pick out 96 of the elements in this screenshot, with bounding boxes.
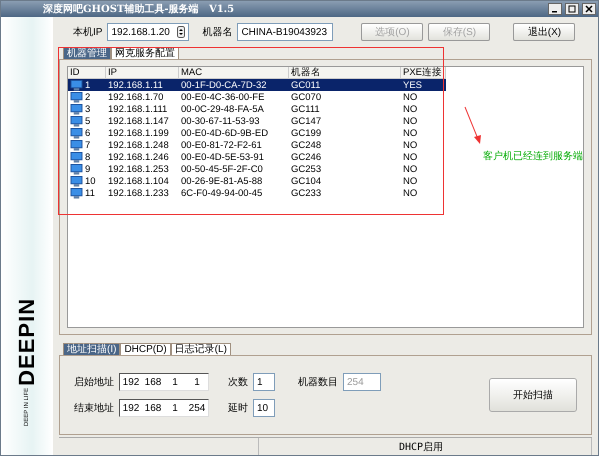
table-cell[interactable]: 192.168.1.70: [106, 91, 179, 104]
table-cell[interactable]: 6: [68, 127, 106, 140]
table-cell[interactable]: 8: [68, 151, 106, 164]
tab[interactable]: 机器管理: [63, 47, 111, 60]
table-cell[interactable]: NO: [401, 91, 446, 104]
computer-icon: [70, 176, 83, 187]
table-cell[interactable]: 5: [68, 115, 106, 128]
window-title: 深度网吧GHOST辅助工具-服务端 V1.5: [43, 2, 236, 16]
table-cell[interactable]: 1: [68, 79, 106, 92]
table-cell[interactable]: 00-1F-D0-CA-7D-32: [179, 79, 289, 92]
table-cell[interactable]: NO: [401, 175, 446, 188]
column-header[interactable]: IP: [106, 67, 179, 80]
count-label: 次数: [228, 376, 248, 390]
computer-icon: [70, 92, 83, 103]
table-cell[interactable]: GC111: [289, 103, 401, 116]
computer-icon: [70, 104, 83, 115]
table-cell[interactable]: 3: [68, 103, 106, 116]
annotation-text: 客户机已经连到服务端: [483, 150, 583, 163]
table-cell[interactable]: 192.168.1.246: [106, 151, 179, 164]
annotation-arrow: [463, 105, 483, 145]
machine-count-label: 机器数目: [298, 376, 338, 390]
delay-label: 延时: [228, 402, 248, 416]
computer-icon: [70, 140, 83, 151]
ip-label: 本机IP: [73, 26, 102, 40]
toolbar-button[interactable]: 退出(X): [513, 23, 576, 42]
table-cell[interactable]: 11: [68, 187, 106, 200]
start-address-label: 启始地址: [74, 376, 114, 390]
computer-icon: [70, 164, 83, 175]
table-cell[interactable]: 00-E0-4D-6D-9B-ED: [179, 127, 289, 140]
table-cell[interactable]: 192.168.1.111: [106, 103, 179, 116]
table-cell[interactable]: 192.168.1.199: [106, 127, 179, 140]
table-cell[interactable]: 00-E0-4C-36-00-FE: [179, 91, 289, 104]
close-icon: [585, 5, 593, 13]
computer-icon: [70, 80, 83, 91]
computer-icon: [70, 128, 83, 139]
count-field[interactable]: 1: [253, 373, 275, 392]
start-scan-button[interactable]: 开始扫描: [489, 378, 577, 412]
table-cell[interactable]: 00-26-9E-81-A5-88: [179, 175, 289, 188]
table-cell[interactable]: 6C-F0-49-94-00-45: [179, 187, 289, 200]
status-text: DHCP启用: [259, 438, 592, 455]
end-address-label: 结束地址: [74, 402, 114, 416]
table-cell[interactable]: GC011: [289, 79, 401, 92]
table-cell[interactable]: YES: [401, 79, 446, 92]
table-cell[interactable]: 00-E0-4D-5E-53-91: [179, 151, 289, 164]
table-cell[interactable]: GC233: [289, 187, 401, 200]
column-header[interactable]: MAC: [179, 67, 289, 80]
table-cell[interactable]: 192.168.1.104: [106, 175, 179, 188]
delay-field[interactable]: 10: [253, 399, 275, 418]
table-cell[interactable]: 00-0C-29-48-FA-5A: [179, 103, 289, 116]
table-cell[interactable]: 00-E0-81-72-F2-61: [179, 139, 289, 152]
table-cell[interactable]: 10: [68, 175, 106, 188]
start-address-field[interactable]: 192 168 1 1: [119, 373, 209, 392]
table-cell[interactable]: 7: [68, 139, 106, 152]
table-cell[interactable]: 192.168.1.253: [106, 163, 179, 176]
column-header[interactable]: ID: [68, 67, 106, 80]
table-cell[interactable]: 192.168.1.11: [106, 79, 179, 92]
computer-icon: [70, 188, 83, 199]
spinner-icon: [177, 26, 186, 38]
table-cell[interactable]: 00-30-67-11-53-93: [179, 115, 289, 128]
table-cell[interactable]: GC199: [289, 127, 401, 140]
end-address-field[interactable]: 192 168 1 254: [119, 399, 209, 418]
tab[interactable]: DHCP(D): [120, 343, 171, 356]
table-cell[interactable]: NO: [401, 115, 446, 128]
table-cell[interactable]: NO: [401, 103, 446, 116]
table-cell[interactable]: NO: [401, 163, 446, 176]
table-cell[interactable]: GC248: [289, 139, 401, 152]
table-cell[interactable]: GC070: [289, 91, 401, 104]
table-cell[interactable]: GC147: [289, 115, 401, 128]
table-cell[interactable]: 00-50-45-5F-2F-C0: [179, 163, 289, 176]
name-field[interactable]: CHINA-B19043923: [237, 23, 334, 42]
table-cell[interactable]: NO: [401, 151, 446, 164]
table-cell[interactable]: 2: [68, 91, 106, 104]
table-cell[interactable]: 192.168.1.248: [106, 139, 179, 152]
table-cell[interactable]: NO: [401, 139, 446, 152]
table-cell[interactable]: 192.168.1.233: [106, 187, 179, 200]
column-header[interactable]: 机器名: [289, 67, 401, 80]
ip-spin-field[interactable]: 192.168.1.20: [107, 23, 190, 42]
table-cell[interactable]: GC253: [289, 163, 401, 176]
maximize-icon: [568, 5, 576, 13]
table-cell[interactable]: NO: [401, 187, 446, 200]
computer-icon: [70, 116, 83, 127]
logo-text: DEEPIN: [14, 298, 40, 386]
maximize-button[interactable]: [565, 3, 579, 15]
close-button[interactable]: [582, 3, 596, 15]
table-cell[interactable]: GC104: [289, 175, 401, 188]
column-header[interactable]: PXE连接: [401, 67, 446, 80]
tab[interactable]: 网克服务配置: [111, 47, 179, 60]
table-cell[interactable]: NO: [401, 127, 446, 140]
table-cell[interactable]: 192.168.1.147: [106, 115, 179, 128]
tab[interactable]: 日志记录(L): [170, 343, 231, 356]
tab[interactable]: 地址扫描(I): [63, 343, 120, 356]
minimize-button[interactable]: [548, 3, 562, 15]
computer-icon: [70, 152, 83, 163]
table-cell[interactable]: 9: [68, 163, 106, 176]
table-cell[interactable]: GC246: [289, 151, 401, 164]
name-label: 机器名: [202, 26, 232, 40]
